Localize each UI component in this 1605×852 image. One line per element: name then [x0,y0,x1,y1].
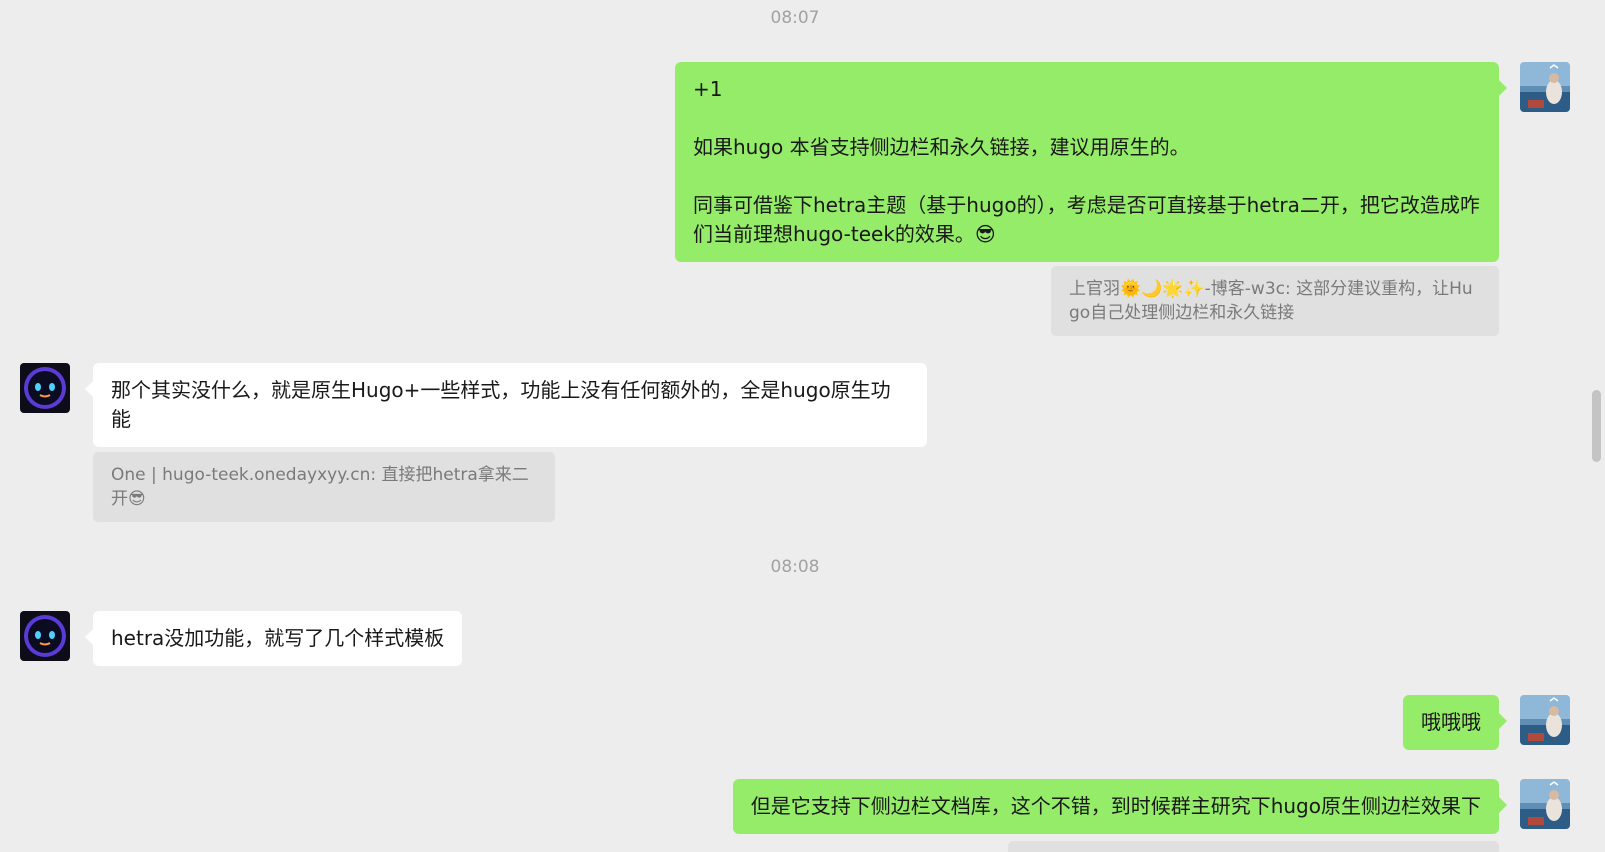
other-avatar-icon[interactable] [20,363,70,413]
timestamp: 08:08 [770,557,820,577]
quoted-reply[interactable]: One | hugo-teek.onedayxyy.cn: 直接把hetra拿来… [93,452,555,522]
quoted-reply[interactable]: 上官羽🌞🌙🌟✨-博客-w3c: 这部分建议重构，让Hugo自己处理侧边栏和永久链… [1051,266,1499,336]
other-message-bubble[interactable]: 那个其实没什么，就是原生Hugo+一些样式，功能上没有任何额外的，全是hugo原… [85,363,927,447]
quoted-reply-partial[interactable] [1008,841,1499,852]
my-message-bubble[interactable]: +1 如果hugo 本省支持侧边栏和永久链接，建议用原生的。 同事可借鉴下het… [675,62,1507,262]
other-avatar-icon[interactable] [20,611,70,661]
timestamp: 08:07 [770,8,820,28]
my-message-bubble[interactable]: 哦哦哦 [1403,695,1507,750]
chat-window: 08:07 +1 如果hugo 本省支持侧边栏和永久链接，建议用原生的。 同事可… [0,0,1605,852]
my-avatar-icon[interactable] [1520,695,1570,745]
my-avatar-icon[interactable] [1520,779,1570,829]
other-message-bubble[interactable]: hetra没加功能，就写了几个样式模板 [84,611,463,666]
my-message-bubble[interactable]: 但是它支持下侧边栏文档库，这个不错，到时候群主研究下hugo原生侧边栏效果下 [732,779,1508,834]
scrollbar-thumb[interactable] [1592,390,1601,462]
my-avatar-icon[interactable] [1520,62,1570,112]
